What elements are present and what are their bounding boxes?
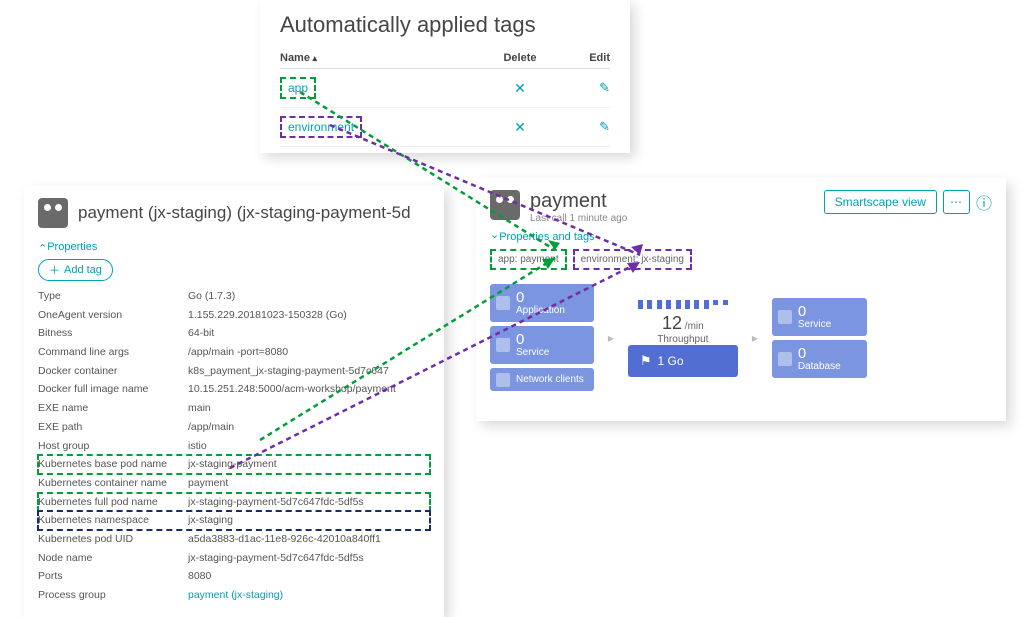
arrow-icon: ▸ <box>608 331 614 345</box>
right-metrics: 0Service 0Database <box>772 298 867 378</box>
edit-icon[interactable]: ✎ <box>550 80 610 96</box>
metric-service[interactable]: 0Service <box>490 326 594 364</box>
throughput: 12 /min Throughput <box>628 300 738 345</box>
center-block: 12 /min Throughput 1 Go <box>628 298 738 377</box>
metric-database[interactable]: 0Database <box>772 340 867 378</box>
tag-pills: app: payment environment: jx-staging <box>490 249 992 270</box>
metric-network[interactable]: Network clients <box>490 368 594 391</box>
more-button[interactable]: ⋯ <box>943 190 970 214</box>
arrow-icon: ▸ <box>752 331 758 345</box>
delete-icon[interactable]: ✕ <box>490 80 550 97</box>
tag-name[interactable]: app <box>280 77 490 99</box>
service-title: payment <box>530 190 627 213</box>
col-name[interactable]: Name <box>280 52 490 64</box>
throughput-bar <box>638 300 728 309</box>
left-metrics: 0Application 0Service Network clients <box>490 284 594 391</box>
tags-panel: Automatically applied tags Name Delete E… <box>260 0 630 153</box>
main-service-box[interactable]: 1 Go <box>628 345 738 377</box>
tag-app[interactable]: app: payment <box>490 249 567 270</box>
service-subtitle: Last call 1 minute ago <box>530 213 627 224</box>
go-gopher-icon <box>490 190 520 220</box>
tag-name[interactable]: environment <box>280 116 490 138</box>
service-flow: 0Application 0Service Network clients ▸ … <box>490 284 992 391</box>
tags-table: Name Delete Edit app ✕ ✎ environment ✕ ✎ <box>280 48 610 147</box>
section-toggle[interactable]: Properties and tags <box>490 224 992 249</box>
info-icon[interactable]: ⓘ <box>976 190 992 214</box>
metric-application[interactable]: 0Application <box>490 284 594 322</box>
col-edit: Edit <box>550 52 610 64</box>
col-delete: Delete <box>490 52 550 64</box>
tags-row: app ✕ ✎ <box>280 69 610 108</box>
metric-service[interactable]: 0Service <box>772 298 867 336</box>
properties-header: payment (jx-staging) (jx-staging-payment… <box>38 198 430 228</box>
tags-title: Automatically applied tags <box>280 12 610 38</box>
service-actions: Smartscape view ⋯ ⓘ <box>824 190 992 214</box>
section-toggle[interactable]: Properties <box>38 236 430 259</box>
tags-row: environment ✕ ✎ <box>280 108 610 147</box>
properties-title: payment (jx-staging) (jx-staging-payment… <box>78 203 411 223</box>
tag-env[interactable]: environment: jx-staging <box>573 249 692 270</box>
edit-icon[interactable]: ✎ <box>550 119 610 135</box>
tags-header: Name Delete Edit <box>280 48 610 69</box>
smartscape-button[interactable]: Smartscape view <box>824 190 937 214</box>
delete-icon[interactable]: ✕ <box>490 119 550 136</box>
service-header: payment Last call 1 minute ago Smartscap… <box>490 190 992 224</box>
service-panel: payment Last call 1 minute ago Smartscap… <box>476 178 1006 421</box>
properties-list: TypeGo (1.7.3) OneAgent version1.155.229… <box>38 287 430 605</box>
go-gopher-icon <box>38 198 68 228</box>
add-tag-button[interactable]: ＋Add tag <box>38 259 113 281</box>
properties-panel: payment (jx-staging) (jx-staging-payment… <box>24 186 444 617</box>
